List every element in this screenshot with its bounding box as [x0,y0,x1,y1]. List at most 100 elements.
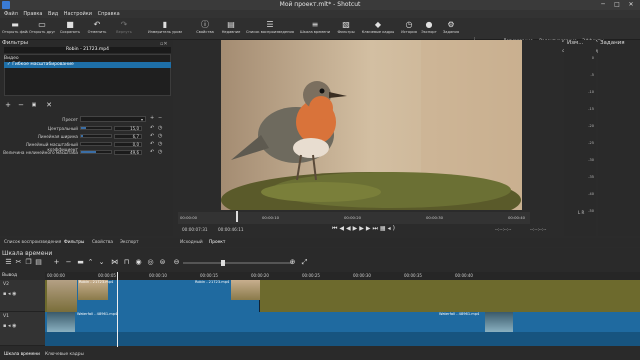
tab-properties[interactable]: Свойства [92,240,113,245]
append-icon[interactable]: + [52,258,61,267]
open-other-button[interactable]: ▭Открыть другой [29,19,55,39]
undo-button[interactable]: ↶ Отменить [84,19,110,39]
lift-icon[interactable]: ▬ [76,258,85,267]
skip-end-icon[interactable]: ⏭ [373,225,380,232]
close-button[interactable]: ✕ [624,0,638,10]
tab-project[interactable]: Проект [209,240,225,245]
preset-dropdown[interactable]: ▾ [80,116,146,122]
hide-icon[interactable]: ◉ [12,323,16,329]
param-slider-linear-width[interactable] [80,134,112,138]
tab-filters[interactable]: Фильтры [64,240,84,245]
reset-icon[interactable]: ↶ [150,142,155,147]
paste-icon[interactable]: ▤ [34,258,43,267]
track-header-v2[interactable]: V2 ▪ ◂ ◉ [0,280,45,312]
meter-tick: 0 [591,56,594,60]
out-point[interactable]: --:--:--:-- [530,227,546,232]
copy-icon[interactable]: ❐ [24,258,33,267]
deselect-filter-button[interactable]: ✕ [45,101,53,109]
ripple-icon[interactable]: ◎ [146,258,155,267]
track-name: V1 [3,314,9,319]
timeline-menu-icon[interactable]: ☰ [4,258,13,267]
track-v1[interactable]: Waterfall - 48961.mp4 Waterfall - 48961.… [45,312,640,346]
hide-icon[interactable]: ◉ [12,291,16,297]
jobs-button[interactable]: ⚙ Задания [438,19,464,39]
track-v2[interactable]: Robin - 21723.mp4 Robin - 21723.mp4 [45,280,640,312]
fast-forward-icon[interactable]: ▶▶ [359,225,372,232]
rewind-icon[interactable]: ◀◀ [339,225,352,232]
track-header-v1[interactable]: V1 ▪ ◂ ◉ [0,312,45,346]
lift-up-icon[interactable]: ⌃ [86,258,95,267]
tab-playlist[interactable]: Список воспроизведения [4,240,61,245]
param-slider-linear-scale[interactable] [80,142,112,146]
slider-fill [81,135,84,137]
timeline-button[interactable]: ≡ Шкала времени [298,19,332,39]
lock-icon[interactable]: ▪ [3,323,6,329]
timeline-ruler[interactable] [45,272,640,280]
zoom-slider-handle[interactable] [221,260,225,266]
grid-icon[interactable]: ▦ [380,225,388,232]
ruler-label: 00:00:00 [47,273,65,278]
add-filter-button[interactable]: + [4,101,12,109]
video-preview[interactable] [221,40,522,210]
split-icon[interactable]: ⋈ [110,258,119,267]
keyframe-icon[interactable]: ◷ [158,134,163,139]
filters-button[interactable]: ▧ Фильтры [333,19,359,39]
keyframe-icon[interactable]: ◷ [158,142,163,147]
menu-help[interactable]: Справка [98,11,120,17]
recent-button[interactable]: ▤ Недавние [218,19,244,39]
tab-keyframes[interactable]: Ключевые кадры [45,352,84,357]
reset-icon[interactable]: ↶ [150,134,155,139]
menu-view[interactable]: Вид [48,11,58,17]
in-point[interactable]: --:--:--:-- [495,227,511,232]
bottom-tabs [0,350,640,360]
menu-edit[interactable]: Правка [23,11,42,17]
snap-icon[interactable]: ⊓ [122,258,131,267]
properties-button[interactable]: ⓘ Свойства [192,19,218,39]
volume-icon[interactable]: ◂) [388,225,397,232]
maximize-button[interactable]: □ [610,0,624,10]
mute-icon[interactable]: ◂ [8,323,11,329]
param-slider-center[interactable] [80,126,112,130]
current-timecode[interactable]: 00:00:07:31 [182,227,208,232]
filter-list-item[interactable]: ✓ Гибкое масштабирование [4,62,171,68]
zoom-slider[interactable] [183,260,293,266]
timeline-playhead[interactable] [117,272,118,347]
remove-icon[interactable]: − [64,258,73,267]
ripple-all-icon[interactable]: ⊜ [158,258,167,267]
reset-icon[interactable]: ↶ [150,126,155,131]
tab-source[interactable]: Исходный [180,240,203,245]
param-spin-nonlinear-scale[interactable]: 49,6 [114,150,142,155]
open-file-button[interactable]: ▬ Открыть файл [2,19,28,39]
scrub-icon[interactable]: ◉ [134,258,143,267]
copy-filter-button[interactable]: ▣ [30,101,38,109]
save-button[interactable]: ■ Сохранить [57,19,83,39]
delete-preset-button[interactable]: − [158,116,163,121]
tab-export[interactable]: Экспорт [120,240,139,245]
cut-icon[interactable]: ✂ [14,258,23,267]
keyframes-button[interactable]: ◆ Ключевые кадры [360,19,396,39]
undo-icon: ↶ [93,20,101,29]
menu-file[interactable]: Файл [4,11,18,17]
zoom-fit-icon[interactable]: ⤢ [300,258,309,267]
zoom-in-icon[interactable]: ⊕ [288,258,297,267]
minimize-button[interactable]: ─ [596,0,610,10]
mute-icon[interactable]: ◂ [8,291,11,297]
zoom-out-icon[interactable]: ⊖ [172,258,181,267]
remove-filter-button[interactable]: − [17,101,25,109]
param-slider-nonlinear-scale[interactable] [80,150,112,154]
param-spin-center[interactable]: 15,0 [114,126,142,131]
reset-icon[interactable]: ↶ [150,150,155,155]
playlist-button[interactable]: ☰ Список воспроизведения [244,19,296,39]
menu-settings[interactable]: Настройки [64,11,92,17]
tab-timeline[interactable]: Шкала времени [4,352,40,357]
keyframe-icon[interactable]: ◷ [158,150,163,155]
audio-meter-button[interactable]: ▮ Измеритель уровне [148,19,182,39]
lock-icon[interactable]: ▪ [3,291,6,297]
save-preset-button[interactable]: + [150,116,155,121]
keyframe-icon[interactable]: ◷ [158,126,163,131]
param-spin-linear-scale[interactable]: 0,0 [114,142,142,147]
viewer-playhead[interactable] [236,211,238,222]
redo-button[interactable]: ↷ Вернуть [111,19,137,39]
overwrite-icon[interactable]: ⌄ [97,258,106,267]
param-spin-linear-width[interactable]: 6,7 [114,134,142,139]
